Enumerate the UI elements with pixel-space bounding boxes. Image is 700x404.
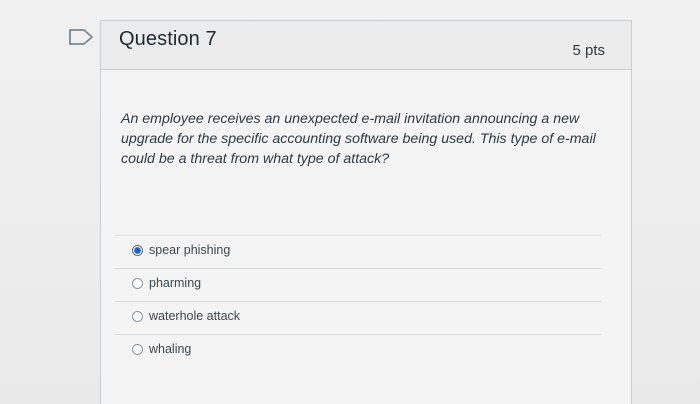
answer-option-waterhole-attack[interactable]: waterhole attack [115, 301, 601, 334]
question-title: Question 7 [119, 28, 217, 50]
answer-option-spear-phishing[interactable]: spear phishing [115, 235, 601, 268]
radio-unselected-icon[interactable] [132, 344, 143, 355]
answer-label[interactable]: spear phishing [149, 243, 230, 257]
answer-option-pharming[interactable]: pharming [115, 268, 601, 301]
radio-unselected-icon[interactable] [132, 311, 143, 322]
radio-unselected-icon[interactable] [132, 278, 143, 289]
question-text: An employee receives an unexpected e-mai… [121, 111, 596, 167]
flag-icon[interactable] [68, 28, 94, 46]
answer-label[interactable]: whaling [149, 342, 191, 356]
answer-label[interactable]: pharming [149, 276, 201, 290]
quiz-page: Question 7 5 pts An employee receives an… [0, 0, 700, 404]
answer-label[interactable]: waterhole attack [149, 309, 240, 323]
radio-selected-icon[interactable] [132, 245, 143, 256]
question-header: Question 7 5 pts [101, 21, 631, 70]
question-points: 5 pts [572, 42, 605, 59]
answer-list: spear phishing pharming waterhole attack… [115, 235, 601, 367]
answer-option-whaling[interactable]: whaling [115, 334, 601, 367]
question-card: Question 7 5 pts An employee receives an… [100, 20, 632, 404]
